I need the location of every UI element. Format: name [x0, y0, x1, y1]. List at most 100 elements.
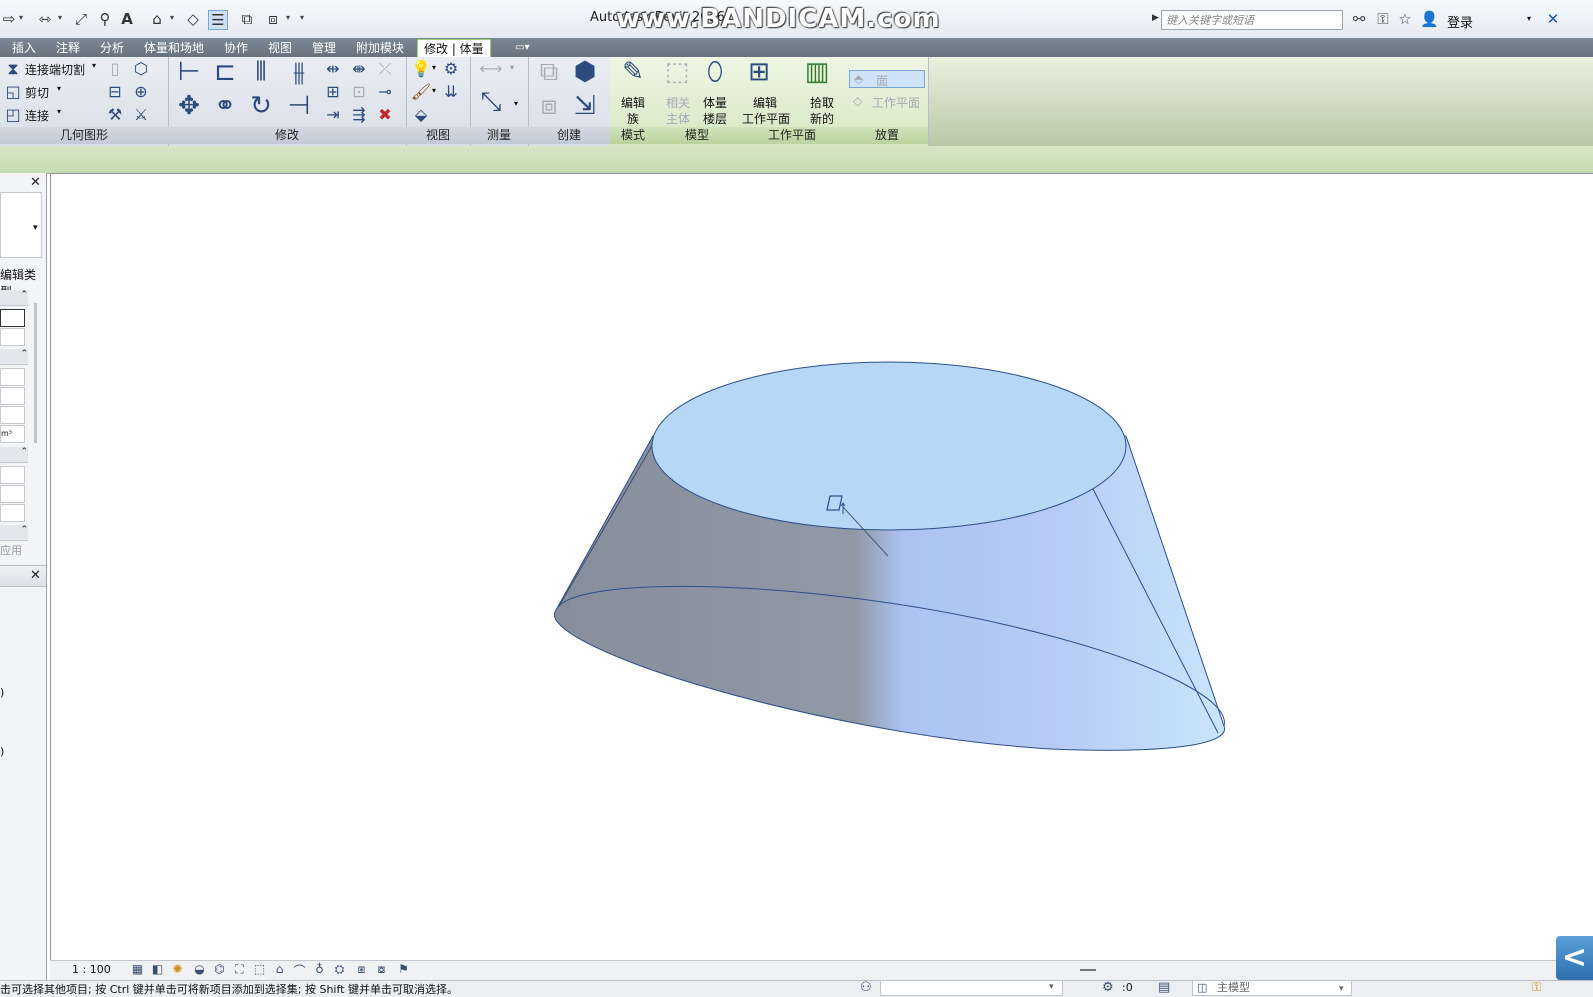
measure-icon[interactable]: ⇿	[36, 10, 54, 28]
measure-distance-icon[interactable]: ⟷	[476, 59, 506, 78]
edit-family-icon[interactable]: ✎	[616, 57, 650, 87]
properties-field[interactable]	[0, 466, 25, 484]
linework-dropdown-icon[interactable]: ▾	[432, 86, 436, 95]
split-gap-icon[interactable]: ⇼	[348, 59, 370, 78]
properties-field[interactable]	[0, 368, 25, 386]
join-button[interactable]: 连接	[25, 107, 49, 124]
copy-icon[interactable]: ⚭	[208, 91, 242, 121]
favorites-star-icon[interactable]: ☆	[1396, 10, 1414, 28]
3d-view-dropdown-icon[interactable]: ▾	[170, 13, 176, 22]
wall-joins-icon[interactable]: ▯	[104, 59, 126, 78]
linework-icon[interactable]: 🖌	[410, 82, 432, 101]
tab-collaborate[interactable]: 协作	[224, 39, 248, 57]
mass-floors-line2[interactable]: 楼层	[703, 110, 727, 127]
scale-icon[interactable]: ⊡	[348, 82, 370, 101]
redo-icon[interactable]: ⇨	[0, 10, 18, 28]
properties-field[interactable]	[0, 485, 25, 503]
browser-tree-item[interactable]: )	[0, 745, 4, 758]
properties-group-header[interactable]: ⌃	[0, 525, 28, 541]
3d-view-icon[interactable]: ⌂	[148, 10, 166, 28]
create-parts-icon[interactable]: ⬢	[568, 57, 602, 87]
mirror-pick-axis-icon[interactable]: ⫴	[244, 57, 278, 88]
lock-3d-icon[interactable]: ⌂	[272, 962, 287, 976]
delete-icon[interactable]: ✖	[374, 105, 396, 124]
temp-hide-icon[interactable]: ⌒	[292, 962, 307, 979]
drawing-area[interactable]	[50, 173, 1593, 961]
text-icon[interactable]: A	[118, 10, 136, 28]
edit-family-button-line2[interactable]: 族	[627, 110, 639, 127]
expand-panel-tab[interactable]: <	[1556, 936, 1593, 980]
edit-workplane-line1[interactable]: 编辑	[753, 94, 777, 111]
type-selector[interactable]: ▾	[0, 192, 42, 258]
thin-lines-icon[interactable]: ☰	[208, 10, 228, 30]
unpin-icon[interactable]: ⤫	[374, 59, 396, 79]
placement-face-button[interactable]: ⬘ 面	[849, 70, 925, 88]
redo-dropdown-icon[interactable]: ▾	[19, 13, 25, 22]
tab-modify-mass[interactable]: 修改 | 体量	[417, 39, 491, 58]
hide-dropdown-icon[interactable]: ▾	[432, 63, 436, 72]
worksharing-icon[interactable]: ⧆	[354, 962, 369, 977]
volume-field[interactable]: m³	[0, 425, 25, 443]
tab-addins[interactable]: 附加模块	[356, 39, 404, 57]
measure-distance-dropdown-icon[interactable]: ▾	[510, 63, 514, 72]
pick-new-line2[interactable]: 新的	[810, 110, 834, 127]
trim-single-icon[interactable]: ⇥	[322, 105, 344, 124]
related-host-line2[interactable]: 主体	[666, 110, 690, 127]
remove-paint-icon[interactable]: ⊕	[130, 82, 152, 101]
editable-only-icon[interactable]: ⚙	[1102, 980, 1114, 995]
join-icon[interactable]: ◰	[2, 105, 24, 124]
tab-massing-site[interactable]: 体量和场地	[144, 39, 204, 57]
search-input[interactable]: 键入关键字或短语	[1161, 10, 1343, 30]
properties-close-icon[interactable]: ✕	[30, 175, 41, 190]
sun-path-icon[interactable]: ✺	[170, 962, 185, 976]
section-icon[interactable]: ◇	[184, 10, 202, 28]
tag-icon[interactable]: ⚲	[96, 10, 114, 28]
placement-workplane-icon[interactable]: ◇	[853, 94, 862, 108]
view-scale[interactable]: 1 : 100	[72, 963, 111, 976]
switch-windows-icon[interactable]: ⧈	[264, 10, 282, 28]
exchange-apps-icon[interactable]: ✕	[1544, 10, 1562, 28]
override-graphics-icon[interactable]: ⚙	[440, 59, 462, 78]
properties-field[interactable]	[0, 387, 25, 405]
mirror-draw-axis-icon[interactable]: ⫵	[282, 57, 316, 88]
properties-group-header[interactable]: ⌃	[0, 447, 28, 463]
demolish-icon[interactable]: ⚒	[104, 105, 126, 124]
properties-field[interactable]	[0, 309, 25, 327]
tab-view[interactable]: 视图	[268, 39, 292, 57]
worksets-icon[interactable]: ⚇	[860, 980, 872, 995]
sign-in-link[interactable]: 登录	[1447, 12, 1473, 31]
related-host-line1[interactable]: 相关	[666, 94, 690, 111]
array-icon[interactable]: ⊞	[322, 82, 344, 101]
reveal-hidden-icon[interactable]: ♁	[312, 962, 327, 976]
expand-search-icon[interactable]: ▶	[1152, 13, 1159, 23]
split-element-icon[interactable]: ⇹	[322, 59, 344, 78]
cut-connect-button[interactable]: 连接端切割	[25, 61, 85, 78]
tab-manage[interactable]: 管理	[312, 39, 336, 57]
properties-group-header[interactable]: ⌃	[0, 290, 28, 306]
highlight-displacement-icon[interactable]: ⚑	[396, 962, 411, 976]
design-option-select[interactable]: ◫ 主模型 ▾	[1192, 980, 1352, 996]
show-crop-icon[interactable]: ⬚	[252, 962, 267, 976]
properties-field[interactable]	[0, 328, 25, 346]
analytical-model-icon[interactable]: ⧇	[374, 962, 389, 977]
tab-annotate[interactable]: 注释	[56, 39, 80, 57]
apply-button[interactable]: 应用	[0, 542, 22, 558]
cut-connect-dropdown-icon[interactable]: ▾	[92, 61, 96, 70]
cut-icon[interactable]: ◱	[2, 82, 24, 101]
filters-icon[interactable]: ⇊	[440, 82, 462, 101]
project-browser-close-icon[interactable]: ✕	[30, 568, 41, 583]
mass-floors-icon[interactable]: ⬯	[698, 57, 732, 88]
split-face-icon[interactable]: ⬡	[130, 59, 152, 78]
binoculars-icon[interactable]: ⚯	[1350, 10, 1368, 28]
properties-field[interactable]	[0, 504, 25, 522]
move-icon[interactable]: ✥	[172, 91, 206, 121]
hammer-icon[interactable]: ⚔	[130, 105, 152, 124]
edit-workplane-icon[interactable]: ⊞	[742, 57, 776, 87]
render-icon[interactable]: ⌬	[212, 962, 227, 976]
tab-analyze[interactable]: 分析	[100, 39, 124, 57]
properties-scrollbar[interactable]	[34, 303, 37, 443]
close-hidden-windows-icon[interactable]: ⧉	[238, 10, 256, 28]
select-links-icon[interactable]: ⚿	[1532, 980, 1541, 995]
related-host-icon[interactable]: ⬚	[660, 57, 694, 87]
align-icon[interactable]: ⊢	[172, 57, 206, 87]
